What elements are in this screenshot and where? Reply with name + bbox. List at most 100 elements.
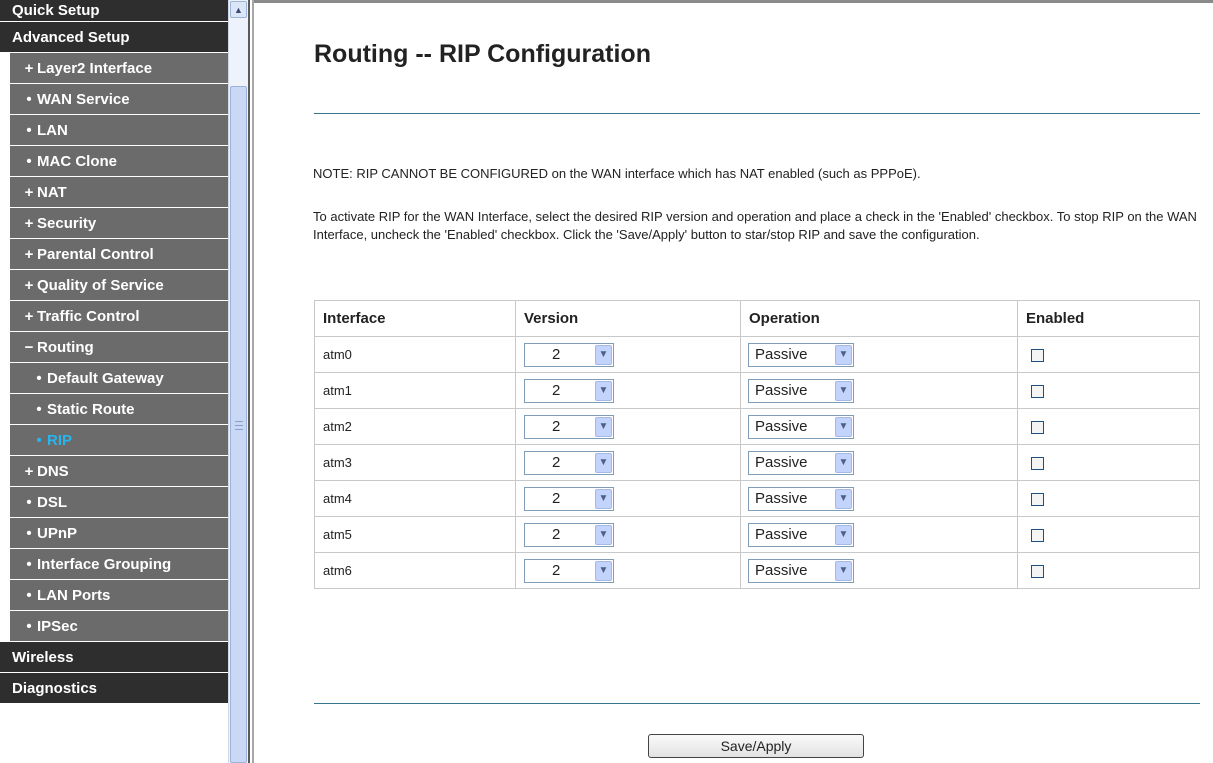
enabled-checkbox[interactable]: [1031, 457, 1044, 471]
operation-select[interactable]: Passive ▼: [748, 522, 854, 547]
version-value: 2: [552, 346, 561, 363]
version-cell: 2 ▼: [515, 372, 741, 409]
sidebar-item-label: MAC Clone: [37, 153, 117, 170]
operation-select[interactable]: Passive ▼: [748, 342, 854, 367]
operation-select[interactable]: Passive ▼: [748, 486, 854, 511]
operation-select[interactable]: Passive ▼: [748, 414, 854, 439]
sidebar-item-quick-setup[interactable]: Quick Setup: [0, 0, 228, 22]
enabled-checkbox[interactable]: [1031, 529, 1044, 543]
enabled-checkbox[interactable]: [1031, 349, 1044, 363]
bullet-icon: •: [26, 91, 32, 108]
sidebar-item-label: NAT: [37, 184, 67, 201]
chevron-down-icon[interactable]: ▼: [835, 416, 852, 437]
sidebar-item-mac-clone[interactable]: • MAC Clone: [10, 146, 228, 177]
operation-cell: Passive ▼: [740, 372, 1018, 409]
expand-plus-icon: +: [24, 60, 34, 77]
chevron-down-icon[interactable]: ▼: [595, 452, 612, 473]
sidebar-item-lan[interactable]: • LAN: [10, 115, 228, 146]
chevron-down-icon[interactable]: ▼: [835, 488, 852, 509]
sidebar-item-upnp[interactable]: • UPnP: [10, 518, 228, 549]
chevron-down-icon[interactable]: ▼: [835, 560, 852, 581]
scrollbar-thumb[interactable]: [230, 86, 247, 763]
enabled-checkbox[interactable]: [1031, 565, 1044, 579]
version-select[interactable]: 2 ▼: [524, 342, 614, 367]
nat-note: NOTE: RIP CANNOT BE CONFIGURED on the WA…: [313, 166, 921, 181]
operation-cell: Passive ▼: [740, 408, 1018, 445]
sidebar-item-label: UPnP: [37, 525, 78, 542]
save-apply-button[interactable]: Save/Apply: [648, 734, 864, 758]
enabled-checkbox[interactable]: [1031, 493, 1044, 507]
sidebar-item-default-gateway[interactable]: • Default Gateway: [10, 363, 228, 394]
sidebar-item-label: WAN Service: [37, 91, 130, 108]
table-row: atm6 2 ▼ Passive ▼: [314, 552, 1200, 589]
version-cell: 2 ▼: [515, 336, 741, 373]
expand-plus-icon: +: [24, 463, 34, 480]
version-select[interactable]: 2 ▼: [524, 378, 614, 403]
sidebar-item-routing[interactable]: − Routing: [10, 332, 228, 363]
version-select[interactable]: 2 ▼: [524, 450, 614, 475]
chevron-down-icon[interactable]: ▼: [595, 380, 612, 401]
operation-select[interactable]: Passive ▼: [748, 378, 854, 403]
sidebar-item-advanced-setup[interactable]: Advanced Setup: [0, 22, 228, 53]
version-cell: 2 ▼: [515, 552, 741, 589]
enabled-cell: [1017, 372, 1200, 409]
chevron-down-icon[interactable]: ▼: [835, 344, 852, 365]
version-select[interactable]: 2 ▼: [524, 522, 614, 547]
chevron-down-icon[interactable]: ▼: [595, 524, 612, 545]
chevron-down-icon[interactable]: ▼: [595, 344, 612, 365]
table-row: atm3 2 ▼ Passive ▼: [314, 444, 1200, 481]
nav-list: Quick Setup Advanced Setup + Layer2 Interfa…: [0, 0, 228, 704]
scroll-up-arrow-icon[interactable]: ▲: [230, 1, 247, 18]
enabled-cell: [1017, 480, 1200, 517]
table-row: atm4 2 ▼ Passive ▼: [314, 480, 1200, 517]
sidebar-item-nat[interactable]: + NAT: [10, 177, 228, 208]
sidebar-item-label: Default Gateway: [47, 370, 164, 387]
sidebar-item-dsl[interactable]: • DSL: [10, 487, 228, 518]
sidebar-item-static-route[interactable]: • Static Route: [10, 394, 228, 425]
chevron-down-icon[interactable]: ▼: [835, 452, 852, 473]
sidebar-item-lan-ports[interactable]: • LAN Ports: [10, 580, 228, 611]
enabled-checkbox[interactable]: [1031, 385, 1044, 399]
sidebar-item-diagnostics[interactable]: Diagnostics: [0, 673, 228, 704]
version-cell: 2 ▼: [515, 516, 741, 553]
sidebar-item-traffic-control[interactable]: + Traffic Control: [10, 301, 228, 332]
expand-plus-icon: +: [24, 246, 34, 263]
sidebar-item-label: Interface Grouping: [37, 556, 172, 573]
operation-select[interactable]: Passive ▼: [748, 450, 854, 475]
bullet-icon: •: [26, 556, 32, 573]
chevron-down-icon[interactable]: ▼: [835, 524, 852, 545]
version-select[interactable]: 2 ▼: [524, 414, 614, 439]
sidebar-item-quality-of-service[interactable]: + Quality of Service: [10, 270, 228, 301]
rip-table-body: atm0 2 ▼ Passive ▼ atm1 2 ▼ Passive ▼ atm2 2 ▼ Passiv…: [314, 336, 1200, 589]
sidebar-item-label: Routing: [37, 339, 94, 356]
sidebar-item-dns[interactable]: + DNS: [10, 456, 228, 487]
chevron-down-icon[interactable]: ▼: [835, 380, 852, 401]
interface-cell: atm5: [314, 516, 516, 553]
sidebar-item-wan-service[interactable]: • WAN Service: [10, 84, 228, 115]
enabled-cell: [1017, 444, 1200, 481]
chevron-down-icon[interactable]: ▼: [595, 488, 612, 509]
enabled-cell: [1017, 408, 1200, 445]
sidebar-item-rip[interactable]: • RIP: [10, 425, 228, 456]
sidebar-scrollbar[interactable]: ▲: [228, 0, 248, 763]
col-operation-header: Operation: [740, 300, 1018, 337]
sidebar-item-wireless[interactable]: Wireless: [0, 642, 228, 673]
sidebar-item-label: Diagnostics: [12, 680, 98, 697]
table-header-row: Interface Version Operation Enabled: [314, 300, 1200, 337]
expand-plus-icon: +: [24, 277, 34, 294]
sidebar-item-layer2-interface[interactable]: + Layer2 Interface: [10, 53, 228, 84]
sidebar-item-parental-control[interactable]: + Parental Control: [10, 239, 228, 270]
version-select[interactable]: 2 ▼: [524, 486, 614, 511]
sidebar-item-ipsec[interactable]: • IPSec: [10, 611, 228, 642]
chevron-down-icon[interactable]: ▼: [595, 416, 612, 437]
sidebar-item-label: Traffic Control: [37, 308, 140, 325]
version-select[interactable]: 2 ▼: [524, 558, 614, 583]
chevron-down-icon[interactable]: ▼: [595, 560, 612, 581]
sidebar-item-security[interactable]: + Security: [10, 208, 228, 239]
operation-value: Passive: [755, 454, 808, 471]
sidebar-item-label: IPSec: [37, 618, 78, 635]
sidebar-item-interface-grouping[interactable]: • Interface Grouping: [10, 549, 228, 580]
operation-value: Passive: [755, 382, 808, 399]
operation-select[interactable]: Passive ▼: [748, 558, 854, 583]
enabled-checkbox[interactable]: [1031, 421, 1044, 435]
